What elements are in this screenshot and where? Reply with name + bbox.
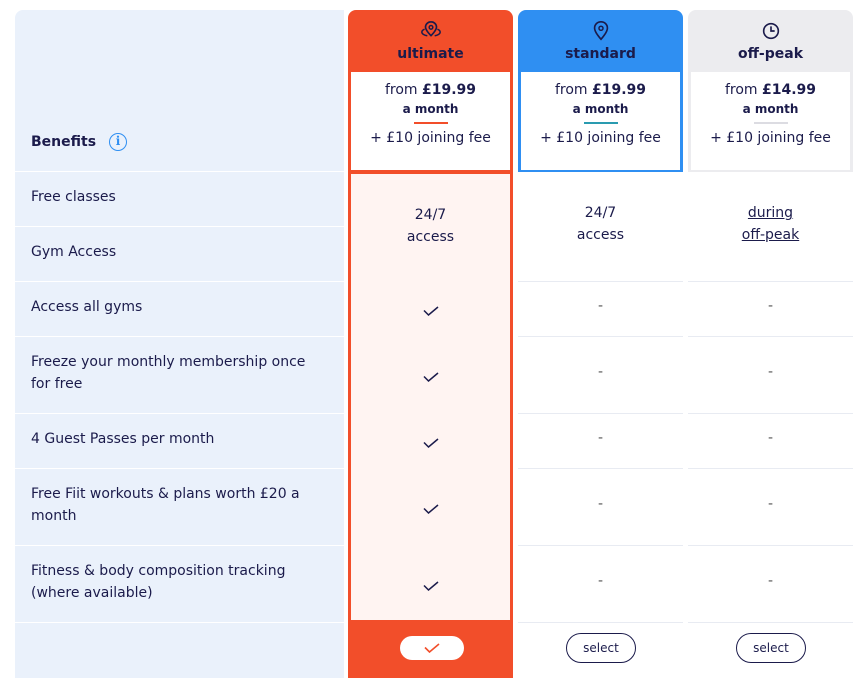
benefit-label: Free classes — [31, 189, 116, 205]
select-standard-button[interactable]: select — [566, 633, 636, 663]
feature-cell — [351, 370, 510, 386]
access-cell[interactable]: during off-peak — [688, 202, 853, 246]
benefit-row: Freeze your monthly membership once for … — [15, 336, 344, 413]
plan-column-standard[interactable]: standard from £19.99 a month + £10 joini… — [518, 10, 683, 678]
check-icon — [422, 306, 438, 316]
joining-fee: + £10 joining fee — [540, 130, 661, 146]
row-divider — [688, 468, 853, 469]
access-link[interactable]: during — [688, 202, 853, 224]
feature-cell: - — [597, 364, 604, 380]
benefit-row: Access all gyms — [15, 281, 344, 336]
feature-cell: - — [597, 496, 604, 512]
selected-plan-button[interactable] — [400, 636, 464, 660]
row-divider — [688, 413, 853, 414]
check-icon — [424, 643, 440, 653]
feature-cell: - — [597, 298, 604, 314]
feature-cell: - — [597, 430, 604, 446]
row-divider — [518, 468, 683, 469]
feature-cell — [351, 502, 510, 518]
price-box: from £19.99 a month + £10 joining fee — [521, 72, 680, 170]
plan-column-ultimate[interactable]: ultimate from £19.99 a month + £10 joini… — [348, 10, 513, 678]
benefits-header: Benefits i — [15, 10, 344, 170]
plan-header: ultimate from £19.99 a month + £10 joini… — [348, 10, 513, 172]
access-cell: 24/7 access — [518, 202, 683, 246]
feature-cell: - — [767, 496, 774, 512]
feature-cell: - — [597, 573, 604, 589]
clock-icon — [762, 22, 780, 40]
feature-cell: - — [767, 298, 774, 314]
price-period: a month — [402, 102, 459, 116]
check-icon — [422, 372, 438, 382]
benefit-label: Freeze your monthly membership once for … — [31, 354, 306, 392]
price-line: from £19.99 — [521, 82, 680, 98]
price-value: £19.99 — [592, 82, 647, 98]
plan-header: standard from £19.99 a month + £10 joini… — [518, 10, 683, 172]
plan-column-offpeak[interactable]: off-peak from £14.99 a month + £10 joini… — [688, 10, 853, 678]
benefit-label: Free Fiit workouts & plans worth £20 a m… — [31, 486, 300, 524]
access-cell: 24/7 access — [351, 204, 510, 248]
benefit-row: 4 Guest Passes per month — [15, 413, 344, 468]
row-divider — [688, 545, 853, 546]
multi-location-pin-icon — [421, 21, 441, 37]
joining-fee: + £10 joining fee — [710, 130, 831, 146]
plan-body: 24/7 access — [351, 172, 510, 620]
benefits-title: Benefits i — [31, 133, 128, 151]
access-line: 24/7 — [584, 205, 617, 221]
joining-fee: + £10 joining fee — [370, 130, 491, 146]
row-divider — [518, 545, 683, 546]
price-prefix: from — [724, 82, 762, 98]
feature-cell: - — [767, 573, 774, 589]
feature-cell — [351, 579, 510, 595]
price-divider — [583, 122, 618, 124]
plan-name: ultimate — [397, 46, 464, 62]
price-box: from £19.99 a month + £10 joining fee — [351, 72, 510, 170]
row-divider — [518, 336, 683, 337]
feature-cell: - — [767, 430, 774, 446]
price-line: from £19.99 — [351, 82, 510, 98]
check-icon — [422, 504, 438, 514]
benefit-label: Access all gyms — [31, 299, 143, 315]
row-divider — [688, 336, 853, 337]
select-offpeak-button[interactable]: select — [736, 633, 806, 663]
feature-cell — [351, 304, 510, 320]
access-line: access — [406, 229, 455, 245]
price-line: from £14.99 — [691, 82, 850, 98]
check-icon — [422, 581, 438, 591]
location-pin-icon — [593, 21, 609, 41]
benefit-label: 4 Guest Passes per month — [31, 431, 215, 447]
row-divider — [688, 281, 853, 282]
price-value: £14.99 — [762, 82, 817, 98]
price-prefix: from — [384, 82, 422, 98]
row-divider — [518, 622, 683, 623]
row-divider — [518, 413, 683, 414]
price-period: a month — [572, 102, 629, 116]
feature-cell: - — [767, 364, 774, 380]
price-value: £19.99 — [422, 82, 477, 98]
benefits-label: Benefits — [31, 134, 97, 150]
row-divider — [518, 281, 683, 282]
benefit-row: Free Fiit workouts & plans worth £20 a m… — [15, 468, 344, 545]
benefit-row: Fitness & body composition tracking (whe… — [15, 545, 344, 622]
price-prefix: from — [554, 82, 592, 98]
benefit-row: Gym Access — [15, 226, 344, 281]
price-divider — [413, 122, 448, 124]
access-line: access — [576, 227, 625, 243]
benefit-label: Fitness & body composition tracking (whe… — [31, 563, 286, 601]
price-period: a month — [742, 102, 799, 116]
benefit-row: Free classes — [15, 171, 344, 226]
info-icon[interactable]: i — [109, 133, 128, 151]
row-divider — [688, 622, 853, 623]
feature-cell — [351, 436, 510, 452]
benefits-column: Benefits i Free classes Gym Access Acces… — [15, 10, 344, 678]
benefit-label: Gym Access — [31, 244, 117, 260]
plan-header: off-peak from £14.99 a month + £10 joini… — [688, 10, 853, 172]
check-icon — [422, 438, 438, 448]
price-box: from £14.99 a month + £10 joining fee — [691, 72, 850, 170]
access-link[interactable]: off-peak — [688, 224, 853, 246]
access-line: 24/7 — [414, 207, 447, 223]
plan-name: standard — [565, 46, 636, 62]
plan-name: off-peak — [737, 46, 804, 62]
price-divider — [753, 122, 788, 124]
benefit-row-footer — [15, 622, 344, 678]
